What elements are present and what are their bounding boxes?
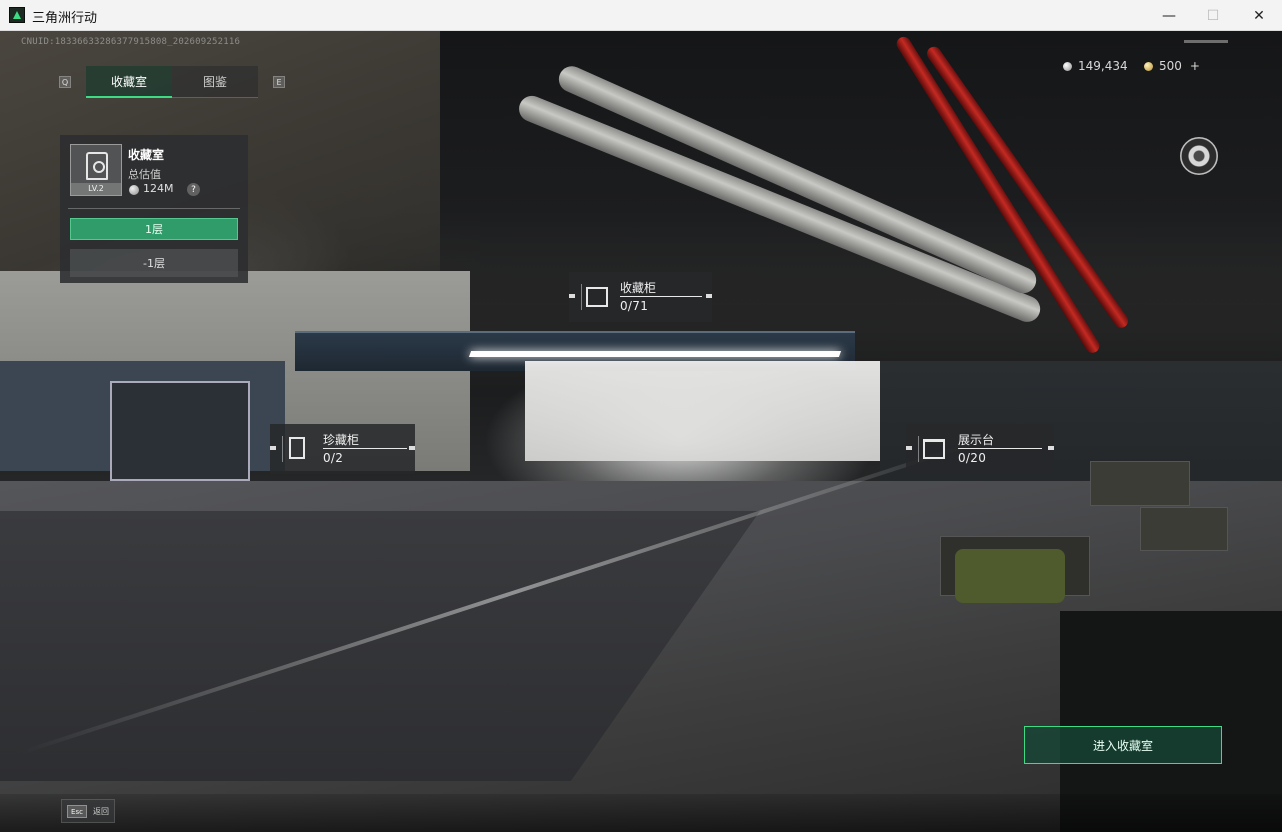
hotspot-pin — [569, 294, 575, 298]
hotspot-underline — [958, 448, 1042, 449]
hotspot-count: 0/71 — [620, 299, 649, 313]
cnuid-label: CNUID:1833663328637791580​8_202609252116 — [21, 37, 241, 47]
back-label: 返回 — [93, 807, 109, 816]
scene-crate — [1140, 507, 1228, 551]
silver-coin-icon — [1063, 61, 1072, 71]
gold-amount: 500 — [1159, 59, 1182, 73]
scene-light-strip — [468, 351, 842, 357]
hotspot-underline — [323, 448, 407, 449]
close-button[interactable]: ✕ — [1236, 0, 1282, 31]
silver-amount: 149,434 — [1078, 59, 1128, 73]
hotspot-name: 展示台 — [958, 433, 995, 447]
hotspot-pin — [706, 294, 712, 298]
help-icon[interactable]: ? — [187, 183, 200, 196]
gold-currency[interactable]: 500 + — [1144, 58, 1200, 74]
minimize-button[interactable]: — — [1146, 0, 1192, 31]
hotspot-count: 0/2 — [323, 451, 344, 465]
window-title: 三角洲行动 — [32, 11, 98, 26]
hotspot-treasure-cabinet[interactable]: 珍藏柜 0/2 — [270, 424, 415, 474]
hotspot-pin — [409, 446, 415, 450]
trophy-case-icon — [86, 152, 108, 180]
hotspot-pin — [1048, 446, 1054, 450]
esc-key-icon: Esc — [67, 805, 87, 818]
back-button[interactable]: Esc 返回 — [61, 799, 115, 823]
enter-collection-room-button[interactable]: 进入收藏室 — [1024, 726, 1222, 764]
collection-level-badge: LV.2 — [70, 144, 122, 196]
floor-1-button[interactable]: 1层 — [70, 218, 238, 240]
app-logo-icon — [9, 7, 25, 23]
total-value-label: 总估值 — [128, 168, 161, 181]
hotspot-pin — [906, 446, 912, 450]
hotspot-underline — [620, 296, 702, 297]
display-stand-icon — [923, 439, 945, 459]
tab-bar: Q 收藏室 图鉴 E — [57, 66, 289, 98]
add-currency-icon[interactable]: + — [1190, 59, 1200, 73]
level-label: LV.2 — [71, 183, 121, 195]
panel-title: 收藏室 — [128, 148, 165, 162]
silver-currency: 149,434 — [1063, 58, 1128, 74]
hotspot-pin — [270, 446, 276, 450]
hotspot-collection-cabinet[interactable]: 收藏柜 0/71 — [569, 272, 712, 322]
tab-collection-room[interactable]: 收藏室 — [86, 66, 172, 98]
scene-crate — [1090, 461, 1190, 506]
game-viewport: CNUID:1833663328637791580​8_202609252116… — [0, 31, 1282, 832]
coin-icon — [129, 185, 139, 195]
top-indicator-line — [1184, 40, 1228, 43]
vinyl-disc-icon[interactable] — [1180, 137, 1218, 175]
tab-codex[interactable]: 图鉴 — [172, 66, 258, 98]
panel-divider — [68, 208, 240, 209]
maximize-button[interactable]: ☐ — [1190, 0, 1236, 31]
total-value: 124M — [143, 182, 174, 195]
safe-icon — [289, 437, 305, 459]
floor-minus-1-button[interactable]: -1层 — [70, 249, 238, 277]
cabinet-icon — [586, 287, 608, 307]
hotspot-count: 0/20 — [958, 451, 987, 465]
gold-coin-icon — [1144, 61, 1153, 71]
bottom-bar — [0, 794, 1282, 832]
tab-prev-key[interactable]: Q — [59, 76, 71, 88]
collection-info-panel: LV.2 收藏室 总估值 124M ? 1层 -1层 — [60, 135, 248, 283]
scene-green-crate — [955, 549, 1065, 603]
hotspot-name: 珍藏柜 — [323, 433, 360, 447]
tab-next-key[interactable]: E — [273, 76, 285, 88]
hotspot-display-stand[interactable]: 展示台 0/20 — [906, 424, 1054, 474]
scene-window — [525, 361, 880, 461]
hotspot-name: 收藏柜 — [620, 281, 657, 295]
window-titlebar: 三角洲行动 — ☐ ✕ — [0, 0, 1282, 31]
scene-vault-door — [110, 381, 250, 481]
